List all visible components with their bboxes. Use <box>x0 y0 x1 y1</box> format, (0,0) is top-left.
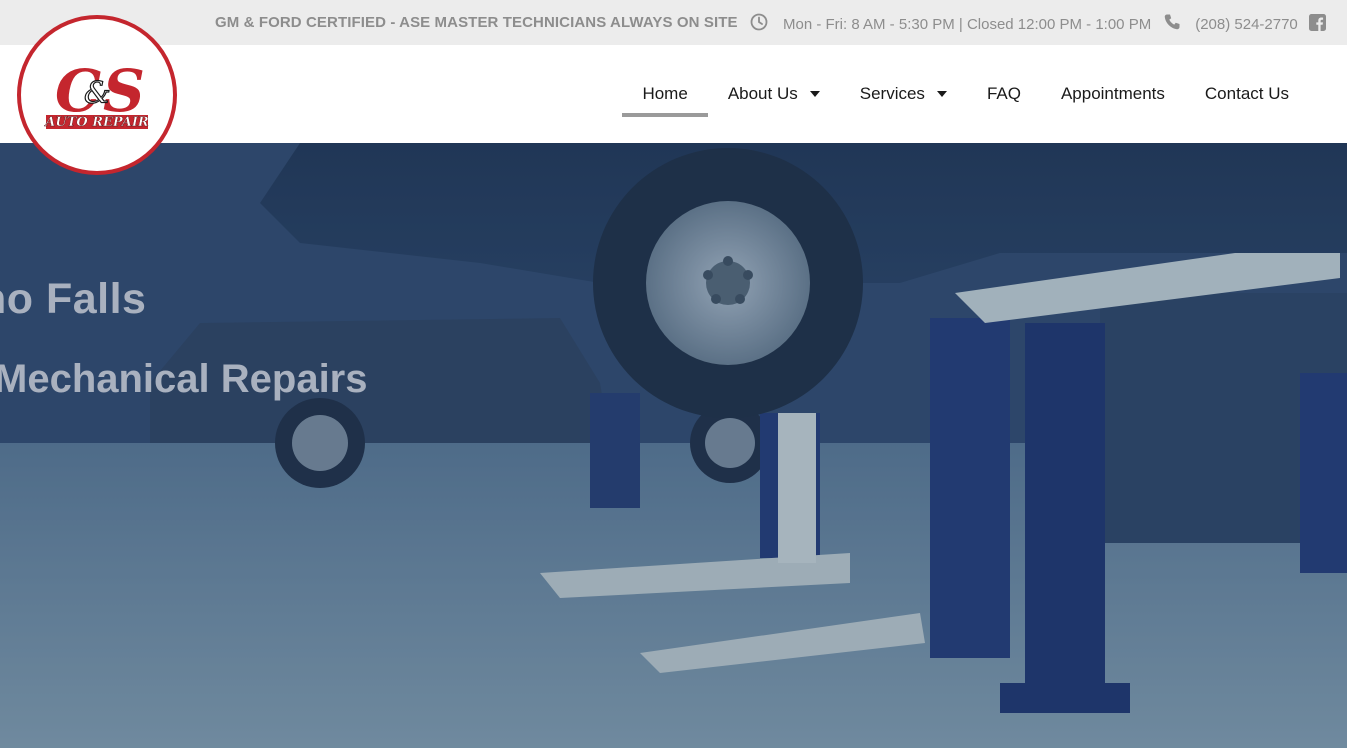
top-info-bar: GM & FORD CERTIFIED - ASE MASTER TECHNIC… <box>0 0 1347 45</box>
phone-icon <box>1163 13 1181 35</box>
site-logo[interactable]: C S & AUTO REPAIR <box>17 15 177 175</box>
main-navigation: Home About Us Services FAQ Appointments … <box>622 45 1309 143</box>
nav-contact-us-label: Contact Us <box>1204 84 1289 103</box>
logo-graphic: C S & AUTO REPAIR <box>29 27 165 163</box>
certification-text: GM & FORD CERTIFIED - ASE MASTER TECHNIC… <box>215 14 738 31</box>
business-hours: Mon - Fri: 8 AM - 5:30 PM | Closed 12:00… <box>783 15 1152 33</box>
svg-text:AUTO REPAIR: AUTO REPAIR <box>43 115 149 130</box>
nav-services-label: Services <box>859 84 925 103</box>
nav-contact-us[interactable]: Contact Us <box>1185 45 1309 143</box>
svg-text:&: & <box>84 76 111 111</box>
chevron-down-icon <box>809 91 820 97</box>
nav-appointments[interactable]: Appointments <box>1041 45 1185 143</box>
site-header: Home About Us Services FAQ Appointments … <box>0 45 1347 143</box>
nav-about-us[interactable]: About Us <box>708 45 840 143</box>
clock-icon <box>750 13 768 35</box>
phone-link[interactable]: (208) 524-2770 <box>1163 13 1298 35</box>
hero-banner: ho Falls Mechanical Repairs <box>0 143 1347 748</box>
nav-appointments-label: Appointments <box>1060 84 1165 103</box>
phone-number[interactable]: (208) 524-2770 <box>1195 16 1298 33</box>
facebook-icon[interactable] <box>1308 13 1326 35</box>
hero-background-image <box>0 143 1347 748</box>
nav-faq[interactable]: FAQ <box>967 45 1041 143</box>
contact-info: Mon - Fri: 8 AM - 5:30 PM | Closed 12:00… <box>750 13 1326 35</box>
hero-subtitle: Mechanical Repairs <box>0 357 368 401</box>
nav-services[interactable]: Services <box>840 45 967 143</box>
nav-about-us-label: About Us <box>727 84 798 103</box>
nav-home[interactable]: Home <box>622 45 709 143</box>
nav-faq-label: FAQ <box>986 84 1021 103</box>
chevron-down-icon <box>936 91 947 97</box>
hero-title: ho Falls <box>0 275 147 323</box>
nav-home-label: Home <box>642 84 688 103</box>
